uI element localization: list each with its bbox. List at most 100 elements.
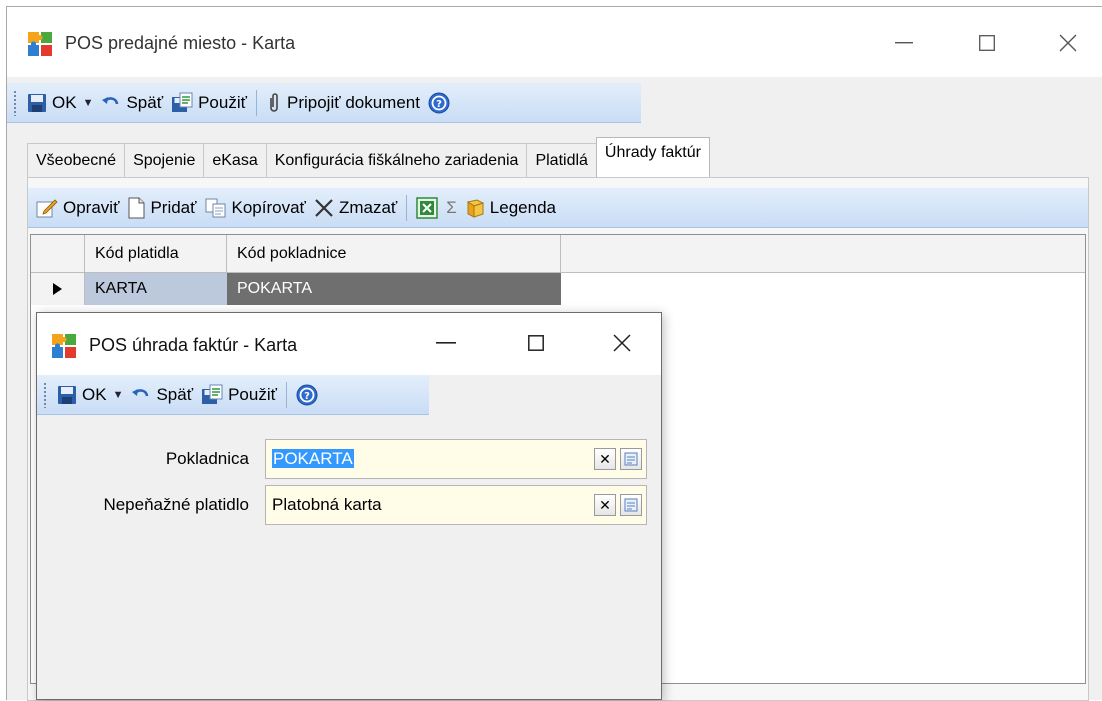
- lookup-button[interactable]: [620, 448, 642, 470]
- dialog-close-button[interactable]: [597, 321, 647, 365]
- close-icon: [1059, 34, 1077, 52]
- save-disk-icon: [27, 93, 47, 113]
- ok-dropdown-arrow-icon[interactable]: ▼: [83, 97, 94, 109]
- main-window-title: POS predajné miesto - Karta: [65, 33, 296, 53]
- delete-label: Zmazať: [338, 197, 398, 217]
- pokladnica-value[interactable]: POKARTA: [266, 449, 594, 469]
- pokladnica-label: Pokladnica: [165, 449, 249, 468]
- ok-label: OK: [82, 384, 107, 404]
- undo-arrow-icon: [101, 93, 121, 113]
- dialog-titlebar[interactable]: POS úhrada faktúr - Karta: [37, 313, 661, 375]
- ok-dropdown-arrow-icon[interactable]: ▼: [113, 389, 124, 401]
- app-puzzle-icon: [27, 31, 53, 57]
- toolbar-grip[interactable]: [43, 381, 47, 408]
- paperclip-icon: [266, 92, 282, 114]
- toolbar-separator: [255, 89, 257, 116]
- form-row-nepenazne-platidlo: Nepeňažné platidlo Platobná karta ✕: [37, 485, 661, 525]
- minimize-icon: [895, 42, 913, 44]
- clear-button[interactable]: ✕: [594, 494, 616, 516]
- clear-x-icon: ✕: [599, 496, 611, 513]
- tab-platidla[interactable]: Platidlá: [526, 143, 597, 177]
- maximize-button[interactable]: [962, 21, 1012, 65]
- list-toolbar-separator: [406, 194, 408, 221]
- dialog-back-button[interactable]: Späť: [127, 379, 197, 411]
- help-icon: ?: [296, 384, 318, 406]
- back-label: Späť: [156, 384, 194, 404]
- cell-kod-platidla[interactable]: KARTA: [85, 273, 227, 305]
- edit-button[interactable]: Opraviť: [32, 192, 123, 224]
- row-pointer-arrow-icon: [53, 283, 62, 295]
- legend-label: Legenda: [489, 197, 556, 217]
- save-disk-icon: [57, 385, 77, 405]
- undo-arrow-icon: [131, 385, 151, 405]
- svg-text:?: ?: [436, 99, 442, 110]
- legend-book-icon: [465, 198, 485, 218]
- dialog-apply-button[interactable]: Použiť: [197, 379, 281, 411]
- ok-label: OK: [52, 92, 77, 112]
- tab-ekasa[interactable]: eKasa: [203, 143, 267, 177]
- apply-disk-icon: [201, 384, 223, 406]
- minimize-icon: [436, 342, 456, 344]
- dialog-toolbar: OK ▼ Späť Použiť ?: [37, 375, 429, 415]
- apply-button[interactable]: Použiť: [167, 87, 251, 119]
- add-label: Pridať: [150, 197, 197, 217]
- nepenazne-platidlo-field[interactable]: Platobná karta ✕: [265, 485, 647, 525]
- toolbar-grip[interactable]: [13, 89, 17, 116]
- dialog-help-button[interactable]: ?: [292, 379, 322, 411]
- maximize-icon: [979, 35, 995, 51]
- list-toolbar: Opraviť Pridať Kopírovať Zmazať Σ Legend…: [28, 188, 1088, 228]
- form-row-pokladnica: Pokladnica POKARTA ✕: [37, 439, 661, 479]
- dialog-ok-button[interactable]: OK: [53, 379, 111, 411]
- table-row[interactable]: KARTA POKARTA: [31, 273, 561, 305]
- help-button[interactable]: ?: [424, 87, 454, 119]
- close-icon: [613, 334, 631, 352]
- back-label: Späť: [126, 92, 164, 112]
- excel-export-button[interactable]: [412, 192, 442, 224]
- lookup-button[interactable]: [620, 494, 642, 516]
- main-titlebar[interactable]: POS predajné miesto - Karta: [7, 7, 1102, 77]
- copy-button[interactable]: Kopírovať: [201, 192, 310, 224]
- column-header-kod-platidla[interactable]: Kód platidla: [85, 235, 227, 273]
- toolbar-separator: [285, 381, 287, 408]
- close-button[interactable]: [1043, 21, 1093, 65]
- apply-label: Použiť: [228, 384, 277, 404]
- attach-document-label: Pripojiť dokument: [286, 92, 420, 112]
- pokladnica-field[interactable]: POKARTA ✕: [265, 439, 647, 479]
- nepenazne-platidlo-value[interactable]: Platobná karta: [266, 495, 594, 515]
- dialog-maximize-button[interactable]: [511, 321, 561, 365]
- clear-x-icon: ✕: [599, 450, 611, 467]
- tab-konfiguracia[interactable]: Konfigurácia fiškálneho zariadenia: [265, 143, 528, 177]
- dialog-minimize-button[interactable]: [421, 321, 471, 365]
- maximize-icon: [528, 335, 544, 351]
- edit-pencil-icon: [36, 198, 58, 218]
- delete-x-icon: [314, 198, 334, 218]
- lookup-list-icon: [624, 452, 638, 466]
- nepenazne-platidlo-label: Nepeňažné platidlo: [103, 495, 249, 514]
- back-button[interactable]: Späť: [97, 87, 167, 119]
- sum-button[interactable]: Σ: [442, 192, 461, 224]
- new-document-icon: [127, 197, 145, 219]
- app-puzzle-icon: [51, 333, 77, 359]
- tab-uhrady-faktur[interactable]: Úhrady faktúr: [595, 137, 710, 177]
- svg-text:?: ?: [304, 391, 310, 402]
- edit-label: Opraviť: [63, 197, 120, 217]
- ok-button[interactable]: OK: [23, 87, 81, 119]
- tab-vseobecne[interactable]: Všeobecné: [27, 143, 126, 177]
- apply-disk-icon: [171, 92, 193, 114]
- cell-kod-pokladnice[interactable]: POKARTA: [227, 273, 561, 305]
- clear-button[interactable]: ✕: [594, 448, 616, 470]
- delete-button[interactable]: Zmazať: [310, 192, 401, 224]
- legend-button[interactable]: Legenda: [461, 192, 560, 224]
- add-button[interactable]: Pridať: [123, 192, 200, 224]
- dialog-window: POS úhrada faktúr - Karta OK ▼ Späť Použ…: [36, 312, 662, 700]
- main-toolbar: OK ▼ Späť Použiť Pripojiť dokument ?: [7, 83, 641, 123]
- column-header-kod-pokladnice[interactable]: Kód pokladnice: [227, 235, 561, 273]
- grid-header: Kód platidla Kód pokladnice: [31, 235, 1085, 273]
- attach-document-button[interactable]: Pripojiť dokument: [262, 87, 424, 119]
- minimize-button[interactable]: [879, 21, 929, 65]
- apply-label: Použiť: [198, 92, 247, 112]
- pokladnica-selected-text: POKARTA: [272, 449, 354, 468]
- row-indicator[interactable]: [31, 273, 85, 305]
- grid-corner: [31, 235, 85, 273]
- tab-spojenie[interactable]: Spojenie: [124, 143, 205, 177]
